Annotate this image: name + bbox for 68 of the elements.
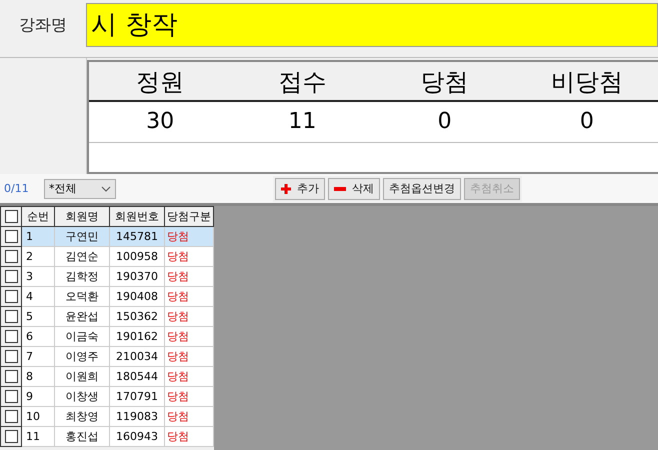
table-cell: 당첨 bbox=[164, 226, 214, 246]
checkbox[interactable] bbox=[4, 370, 18, 384]
checkbox[interactable] bbox=[4, 410, 18, 424]
stats-header: 정원 bbox=[89, 62, 232, 102]
table-cell: 2 bbox=[22, 246, 54, 266]
checkbox[interactable] bbox=[4, 250, 18, 264]
toolbar-button[interactable]: 삭제 bbox=[328, 178, 380, 200]
table-cell: 180544 bbox=[110, 366, 164, 386]
table-cell: 이원희 bbox=[54, 366, 110, 386]
table-cell: 145781 bbox=[110, 226, 164, 246]
checkbox[interactable] bbox=[4, 390, 18, 404]
table-cell: 김연순 bbox=[54, 246, 110, 266]
column-header[interactable]: 순번 bbox=[22, 206, 54, 226]
table-cell: 170791 bbox=[110, 386, 164, 406]
checkbox[interactable] bbox=[4, 350, 18, 364]
table-cell: 오덕환 bbox=[54, 286, 110, 306]
stats-header: 비당첨 bbox=[516, 62, 658, 102]
stats-header: 접수 bbox=[231, 62, 374, 102]
table-cell: 119083 bbox=[110, 406, 164, 426]
table-cell: 최창영 bbox=[54, 406, 110, 426]
stats-value: 11 bbox=[231, 102, 374, 143]
table-cell: 구연민 bbox=[54, 226, 110, 246]
stats-value: 0 bbox=[516, 102, 658, 143]
selection-counter: 0/11 bbox=[4, 182, 30, 195]
table-cell: 이금숙 bbox=[54, 326, 110, 346]
toolbar-button[interactable]: 추가 bbox=[275, 178, 325, 200]
chevron-down-icon bbox=[101, 186, 111, 192]
stats-value: 0 bbox=[374, 102, 516, 143]
table-cell: 이영주 bbox=[54, 346, 110, 366]
table-cell: 8 bbox=[22, 366, 54, 386]
table-cell: 190408 bbox=[110, 286, 164, 306]
toolbar-button[interactable]: 추첨옵션변경 bbox=[383, 178, 461, 200]
table-cell: 190162 bbox=[110, 326, 164, 346]
table-cell: 160943 bbox=[110, 426, 164, 446]
table-cell: 1 bbox=[22, 226, 54, 246]
table-cell: 9 bbox=[22, 386, 54, 406]
course-label: 강좌명 bbox=[18, 15, 68, 36]
table-cell: 5 bbox=[22, 306, 54, 326]
stats-header: 당첨 bbox=[374, 62, 516, 102]
checkbox[interactable] bbox=[4, 330, 18, 344]
minus-icon bbox=[334, 186, 346, 190]
column-header[interactable]: 회원번호 bbox=[110, 206, 164, 226]
table-cell: 홍진섭 bbox=[54, 426, 110, 446]
checkbox[interactable] bbox=[4, 270, 18, 284]
column-header[interactable]: 당첨구분 bbox=[164, 206, 214, 226]
plus-icon bbox=[281, 184, 291, 194]
stats-value: 30 bbox=[89, 102, 232, 143]
checkbox[interactable] bbox=[4, 210, 18, 224]
course-name-field[interactable]: 시 창작 bbox=[86, 3, 658, 47]
table-cell: 150362 bbox=[110, 306, 164, 326]
table-cell: 11 bbox=[22, 426, 54, 446]
table-cell: 김학정 bbox=[54, 266, 110, 286]
table-cell: 190370 bbox=[110, 266, 164, 286]
table-cell: 윤완섭 bbox=[54, 306, 110, 326]
checkbox[interactable] bbox=[4, 290, 18, 304]
table-cell: 이창생 bbox=[54, 386, 110, 406]
table-cell: 4 bbox=[22, 286, 54, 306]
table-cell: 210034 bbox=[110, 346, 164, 366]
checkbox[interactable] bbox=[4, 230, 18, 244]
table-cell: 10 bbox=[22, 406, 54, 426]
table-cell: 6 bbox=[22, 326, 54, 346]
checkbox[interactable] bbox=[4, 430, 18, 444]
table-cell: 100958 bbox=[110, 246, 164, 266]
column-header[interactable]: 회원명 bbox=[54, 206, 110, 226]
filter-dropdown[interactable]: *전체 bbox=[44, 178, 116, 198]
checkbox[interactable] bbox=[4, 310, 18, 324]
table-cell: 7 bbox=[22, 346, 54, 366]
table-cell: 3 bbox=[22, 266, 54, 286]
